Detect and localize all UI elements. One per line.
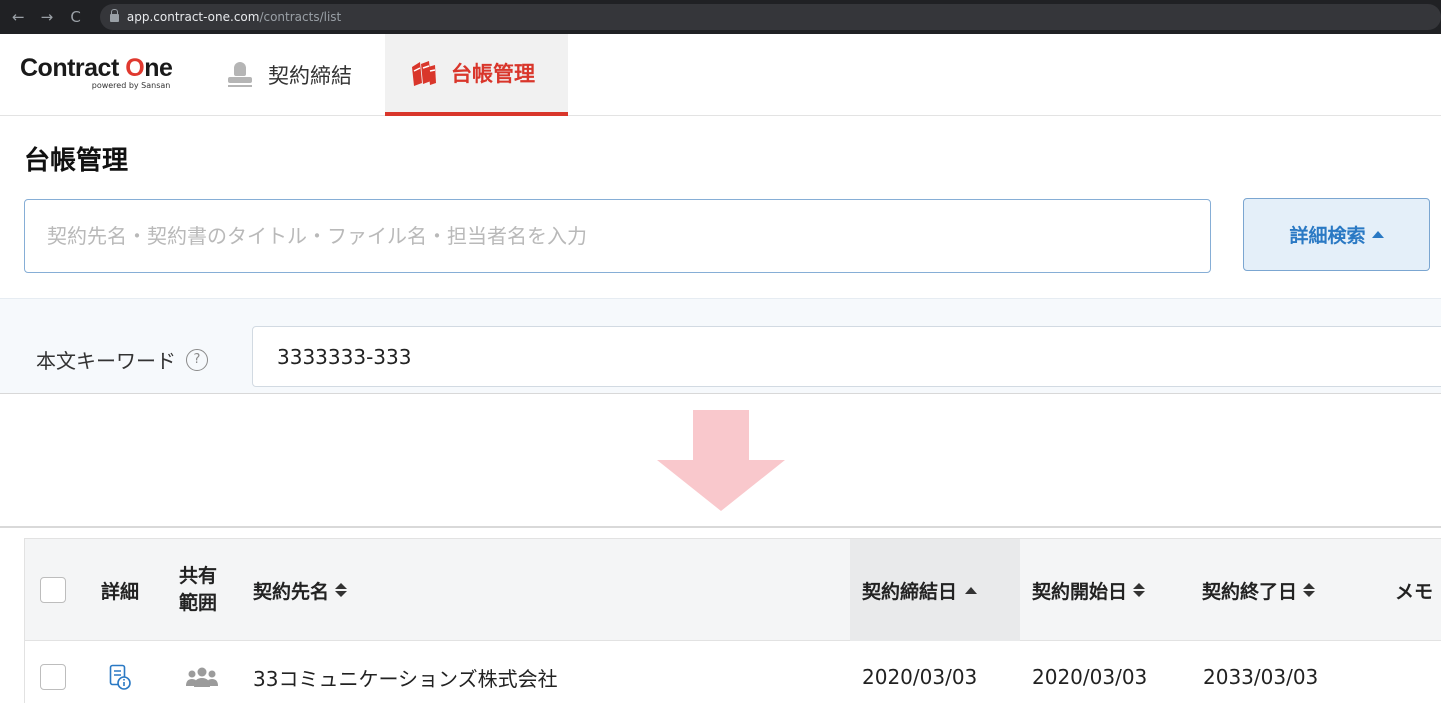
header-end-date[interactable]: 契約終了日 <box>1202 539 1316 641</box>
select-all-checkbox[interactable] <box>40 577 66 603</box>
page-title: 台帳管理 <box>24 146 129 176</box>
header-share-line1: 共有 <box>179 565 218 587</box>
sort-icon <box>1133 583 1146 597</box>
caret-up-icon <box>1371 231 1384 238</box>
header-share-line2: 範囲 <box>179 592 218 614</box>
contract-one-logo[interactable]: Contract One powered by Sansan <box>20 54 173 90</box>
tab-label: 契約締結 <box>268 64 352 88</box>
stamp-icon <box>226 62 254 88</box>
document-info-icon[interactable] <box>109 664 131 690</box>
forward-icon[interactable]: → <box>37 8 58 26</box>
tab-ledger-management[interactable]: 台帳管理 <box>385 34 568 116</box>
table-row[interactable]: 33コミュニケーションズ株式会社 2020/03/03 2020/03/03 2… <box>25 642 1441 704</box>
app-header: Contract One powered by Sansan 契約締結 台帳管理 <box>0 34 1441 116</box>
reload-icon[interactable]: C <box>65 8 86 26</box>
detail-search-panel: 本文キーワード ? <box>0 298 1441 394</box>
users-icon <box>186 667 218 687</box>
search-input[interactable] <box>24 199 1211 273</box>
header-signed-label: 契約締結日 <box>862 580 958 603</box>
row-checkbox[interactable] <box>40 664 66 690</box>
end-date-cell: 2033/03/03 <box>1203 665 1319 689</box>
partner-name-cell[interactable]: 33コミュニケーションズ株式会社 <box>253 642 558 712</box>
signed-date-cell: 2020/03/03 <box>862 665 978 689</box>
detail-cell[interactable] <box>109 642 131 712</box>
body-keyword-input[interactable] <box>252 326 1441 387</box>
share-scope-cell <box>185 642 219 712</box>
start-date-cell: 2020/03/03 <box>1032 665 1148 689</box>
address-bar[interactable]: app.contract-one.com/contracts/list <box>99 4 1441 30</box>
header-detail: 詳細 <box>101 580 140 603</box>
header-memo: メモ <box>1395 580 1434 603</box>
header-partner-label: 契約先名 <box>253 580 330 603</box>
header-share-scope: 共有 範囲 <box>179 539 217 641</box>
keyword-field-label: 本文キーワード ? <box>36 345 208 374</box>
url-path: /contracts/list <box>259 10 342 24</box>
arrow-down-icon <box>657 410 785 511</box>
contracts-table: 詳細 共有 範囲 契約先名 契約締結日 契約開始日 契約終了日 メモ 33コミュ… <box>24 538 1441 704</box>
header-signed-date[interactable]: 契約締結日 <box>850 539 1020 641</box>
logo-o: O <box>125 54 145 82</box>
sort-icon <box>335 583 348 597</box>
help-icon[interactable]: ? <box>186 348 208 371</box>
books-icon <box>409 59 437 87</box>
detail-search-button[interactable]: 詳細検索 <box>1243 198 1430 271</box>
header-partner-name[interactable]: 契約先名 <box>253 539 348 641</box>
keyword-label-text: 本文キーワード <box>36 349 176 373</box>
sort-icon <box>1303 583 1316 597</box>
url-host: app.contract-one.com <box>126 10 260 24</box>
logo-text-end: ne <box>144 54 173 82</box>
table-header: 詳細 共有 範囲 契約先名 契約締結日 契約開始日 契約終了日 メモ <box>25 539 1441 641</box>
section-divider <box>0 526 1441 528</box>
sort-ascending-icon <box>965 586 978 594</box>
tab-contract-signing[interactable]: 契約締結 <box>226 34 376 116</box>
logo-text: Contract <box>20 54 126 82</box>
tab-label: 台帳管理 <box>451 62 535 86</box>
browser-toolbar: ← → C app.contract-one.com/contracts/lis… <box>0 0 1441 34</box>
header-end-label: 契約終了日 <box>1202 580 1298 603</box>
lock-icon <box>109 9 119 22</box>
detail-search-label: 詳細検索 <box>1289 225 1366 247</box>
header-start-label: 契約開始日 <box>1032 580 1128 603</box>
header-start-date[interactable]: 契約開始日 <box>1032 539 1146 641</box>
back-icon[interactable]: ← <box>8 8 29 26</box>
